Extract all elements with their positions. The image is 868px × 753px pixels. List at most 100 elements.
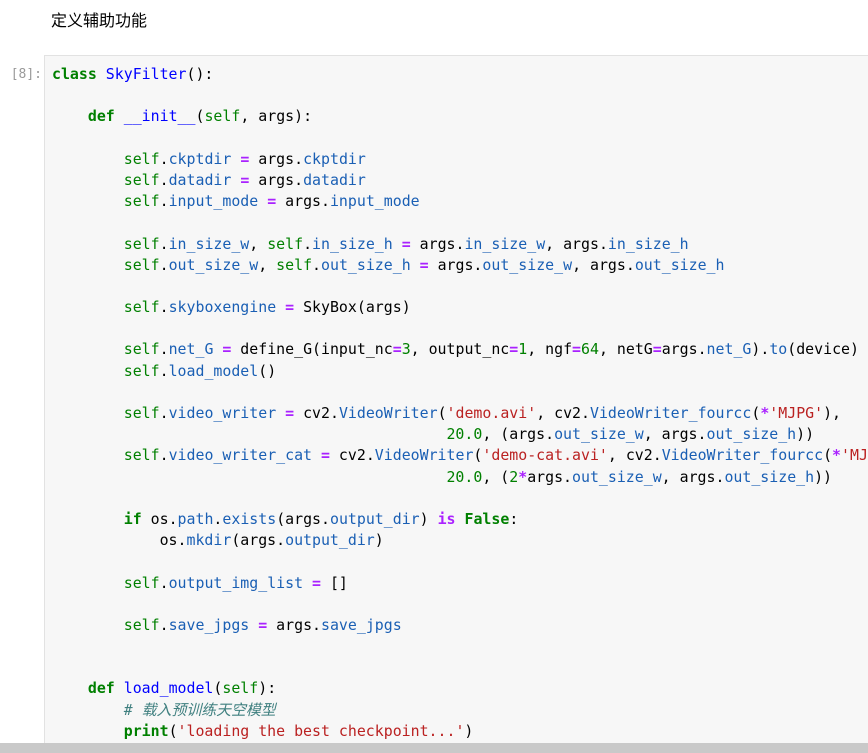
code-token: . — [159, 340, 169, 359]
code-token: = — [401, 234, 411, 253]
code-token: ( — [437, 404, 447, 422]
code-token: datadir — [303, 170, 366, 189]
code-line: self.net_G = define_G(input_nc=3, output… — [52, 339, 868, 360]
code-token: : — [509, 509, 519, 528]
code-token: self — [123, 149, 160, 168]
code-token: . — [312, 255, 322, 274]
code-token: self — [276, 255, 313, 274]
markdown-heading: 定义辅助功能 — [51, 11, 148, 30]
code-token: ( — [751, 404, 761, 422]
code-token: . — [159, 446, 169, 465]
code-line: if os.path.exists(args.output_dir) is Fa… — [52, 509, 868, 530]
code-token: out_size_h — [706, 425, 797, 444]
code-token: , — [249, 234, 268, 253]
code-line: print('loading the best checkpoint...') — [52, 721, 868, 742]
code-token: . — [159, 255, 169, 274]
code-token: VideoWriter — [374, 446, 474, 465]
code-token: . — [159, 234, 169, 253]
code-token: 64 — [581, 340, 599, 359]
code-token: self — [204, 107, 241, 126]
code-token: args. — [661, 340, 707, 359]
code-token: , ngf — [527, 340, 573, 359]
code-token: (args. — [276, 509, 330, 528]
code-token: 20.0 — [446, 467, 483, 486]
code-token: load_model — [123, 679, 214, 698]
code-token: = — [285, 404, 295, 422]
code-token: . — [159, 298, 169, 317]
notebook-page: 定义辅助功能 [8]: class SkyFilter(): def __ini… — [0, 0, 868, 753]
code-token: ckptdir — [168, 149, 232, 168]
code-line: self.output_img_list = [] — [52, 573, 868, 594]
code-token: self — [222, 679, 259, 698]
code-token: )) — [814, 467, 833, 486]
code-line: os.mkdir(args.output_dir) — [52, 530, 868, 551]
code-token: ): — [258, 679, 277, 698]
code-token: . — [159, 615, 169, 634]
code-editor[interactable]: class SkyFilter(): def __init__(self, ar… — [52, 64, 868, 742]
code-token: mkdir — [186, 531, 232, 550]
code-line: self.load_model() — [52, 361, 868, 382]
code-token: . — [303, 234, 313, 253]
code-token: , netG — [598, 340, 653, 359]
code-token: self — [123, 298, 160, 317]
code-token: (args. — [231, 531, 286, 550]
code-token: out_size_h — [634, 255, 725, 274]
code-token: if — [123, 509, 142, 528]
code-token: self — [123, 340, 160, 359]
code-token: in_size_w — [464, 234, 546, 253]
code-token: is — [437, 509, 456, 528]
code-token: net_G — [168, 340, 214, 359]
code-token: self — [267, 234, 304, 253]
code-token: video_writer — [168, 404, 277, 422]
code-token: def — [87, 107, 115, 126]
code-token: net_G — [706, 340, 752, 359]
code-cell-input[interactable]: class SkyFilter(): def __init__(self, ar… — [44, 55, 868, 753]
code-token: 'demo.avi' — [446, 404, 537, 422]
code-token: , args. — [545, 234, 608, 253]
code-token: ) — [374, 531, 384, 550]
code-token: VideoWriter_fourcc — [661, 446, 824, 465]
code-line: self.datadir = args.datadir — [52, 170, 868, 191]
code-token: in_size_h — [312, 234, 393, 253]
code-token: args. — [249, 170, 304, 189]
code-token: class — [52, 65, 97, 83]
horizontal-scrollbar[interactable] — [0, 743, 868, 753]
code-token: output_dir — [285, 531, 375, 550]
code-token: ckptdir — [303, 149, 366, 168]
code-token: save_jpgs — [168, 615, 250, 634]
code-line: 20.0, (2*args.out_size_w, args.out_size_… — [52, 467, 868, 488]
code-token: SkyFilter — [105, 65, 187, 83]
code-token: , cv2. — [536, 404, 590, 422]
code-token: . — [159, 192, 169, 211]
code-token: out_size_w — [572, 467, 662, 486]
code-token: self — [123, 234, 160, 253]
code-line: self.in_size_w, self.in_size_h = args.in… — [52, 234, 868, 255]
code-token: = — [312, 573, 321, 592]
code-token: 'MJPG' — [769, 404, 824, 422]
code-token: 'demo-cat.avi' — [482, 446, 608, 465]
code-token: ) — [464, 721, 474, 740]
code-token: = — [240, 170, 250, 189]
code-token: args. — [428, 255, 483, 274]
code-token: = — [392, 340, 402, 359]
